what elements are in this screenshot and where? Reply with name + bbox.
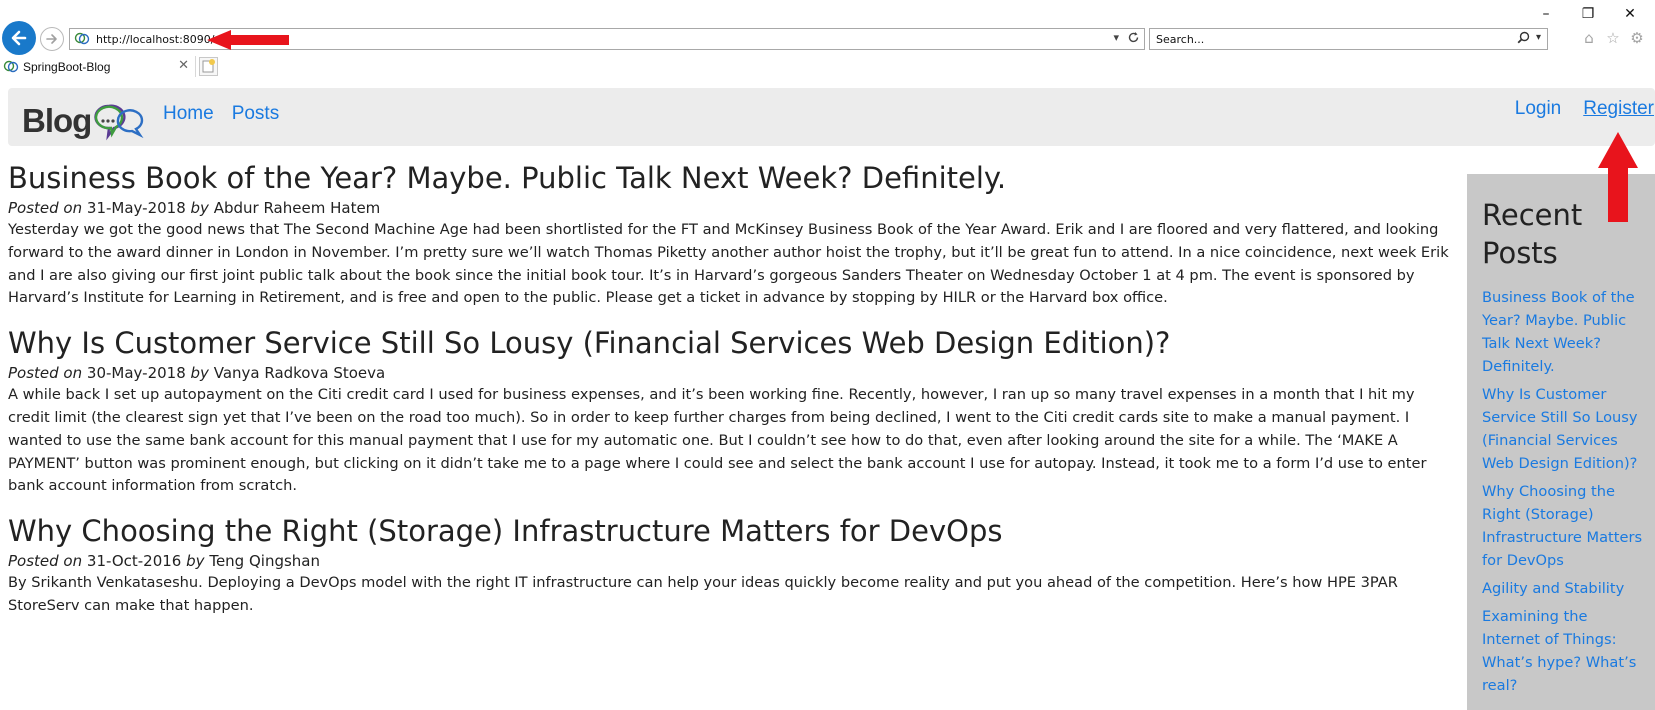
post-date: 31-May-2018 — [86, 199, 186, 217]
list-item: Examining the Internet of Things: What’s… — [1482, 605, 1643, 697]
post-body: By Srikanth Venkataseshu. Deploying a De… — [8, 574, 1398, 614]
post-date: 30-May-2018 — [86, 364, 186, 383]
list-item: Agility and Stability — [1482, 577, 1643, 600]
recent-posts-sidebar: Recent Posts Business Book of the Year? … — [1467, 174, 1655, 710]
window-close-button[interactable]: ✕ — [1612, 3, 1648, 25]
recent-posts-list: Business Book of the Year? Maybe. Public… — [1482, 286, 1643, 697]
star-icon[interactable]: ☆ — [1604, 29, 1622, 47]
site-favicon-icon — [3, 60, 19, 72]
nav-posts-link[interactable]: Posts — [232, 103, 280, 125]
post-meta: Posted on 31-May-2018 by Abdur Raheem Ha… — [8, 197, 1453, 219]
address-url[interactable]: http://localhost:8090/ — [96, 33, 214, 46]
post-item: Why Choosing the Right (Storage) Infrast… — [8, 512, 1453, 618]
recent-post-link[interactable]: Why Is Customer Service Still So Lousy (… — [1482, 386, 1638, 472]
post-body: Yesterday we got the good news that The … — [8, 221, 1449, 307]
chevron-down-icon[interactable]: ▾ — [1113, 31, 1119, 44]
nav-login-link[interactable]: Login — [1515, 98, 1562, 120]
close-icon[interactable]: ✕ — [178, 58, 189, 73]
search-bar[interactable]: ▾ — [1149, 28, 1548, 50]
search-icon[interactable] — [1517, 31, 1530, 44]
post-title[interactable]: Why Is Customer Service Still So Lousy (… — [8, 324, 1453, 362]
post-meta: Posted on 30-May-2018 by Vanya Radkova S… — [8, 362, 1453, 384]
nav-home-link[interactable]: Home — [163, 103, 214, 125]
by-label: by — [186, 552, 205, 571]
recent-post-link[interactable]: Business Book of the Year? Maybe. Public… — [1482, 289, 1635, 375]
chat-bubbles-icon — [94, 104, 144, 141]
annotation-arrow-up-icon — [1598, 132, 1638, 222]
browser-toolbar: – ❐ ✕ http://localhost:8090/ ▾ Search...… — [0, 0, 1655, 56]
page: Blog Home Posts Login Register Business … — [0, 77, 1655, 710]
forward-arrow-icon — [46, 34, 57, 44]
post-title[interactable]: Business Book of the Year? Maybe. Public… — [8, 159, 1453, 197]
list-item: Why Choosing the Right (Storage) Infrast… — [1482, 480, 1643, 572]
list-item: Why Is Customer Service Still So Lousy (… — [1482, 383, 1643, 475]
new-tab-icon — [202, 59, 215, 73]
annotation-arrow-left-icon — [207, 30, 289, 50]
brand-text: Blog — [22, 102, 92, 139]
back-button[interactable] — [2, 21, 36, 55]
by-label: by — [190, 199, 209, 217]
posted-on-label: Posted on — [8, 364, 83, 383]
posted-on-label: Posted on — [8, 552, 83, 571]
post-item: Why Is Customer Service Still So Lousy (… — [8, 324, 1453, 498]
post-body: A while back I set up autopayment on the… — [8, 386, 1427, 495]
navbar: Blog Home Posts Login Register — [8, 88, 1655, 146]
recent-post-link[interactable]: Agility and Stability — [1482, 580, 1624, 597]
address-bar-tools: ▾ — [1113, 31, 1140, 44]
refresh-icon[interactable] — [1127, 31, 1140, 44]
by-label: by — [190, 364, 209, 383]
window-minimize-button[interactable]: – — [1528, 3, 1564, 25]
post-author: Abdur Raheem Hatem — [213, 199, 381, 217]
brand-logo[interactable]: Blog — [22, 92, 150, 144]
site-favicon-icon — [74, 32, 90, 45]
post-meta: Posted on 31-Oct-2016 by Teng Qingshan — [8, 550, 1453, 572]
tab-strip: SpringBoot-Blog ✕ — [0, 56, 1655, 77]
new-tab-button[interactable] — [199, 57, 218, 76]
window-restore-button[interactable]: ❐ — [1570, 3, 1606, 25]
post-item: Business Book of the Year? Maybe. Public… — [8, 159, 1453, 310]
nav-right: Login Register — [1515, 98, 1654, 120]
post-author: Vanya Radkova Stoeva — [213, 364, 386, 383]
posted-on-label: Posted on — [8, 199, 83, 217]
tab-springboot-blog[interactable]: SpringBoot-Blog ✕ — [0, 56, 196, 77]
tab-title: SpringBoot-Blog — [23, 59, 111, 74]
search-tools: ▾ — [1517, 31, 1541, 44]
chevron-down-icon[interactable]: ▾ — [1536, 32, 1541, 43]
nav-register-link[interactable]: Register — [1583, 98, 1654, 120]
forward-button[interactable] — [40, 27, 64, 51]
recent-post-link[interactable]: Examining the Internet of Things: What’s… — [1482, 608, 1636, 694]
gear-icon[interactable]: ⚙ — [1628, 29, 1646, 47]
nav-left: Home Posts — [163, 103, 279, 125]
toolbar-icons: ⌂ ☆ ⚙ — [1580, 29, 1646, 47]
home-icon[interactable]: ⌂ — [1580, 29, 1598, 47]
post-date: 31-Oct-2016 — [86, 552, 182, 571]
post-list: Business Book of the Year? Maybe. Public… — [8, 159, 1453, 628]
list-item: Business Book of the Year? Maybe. Public… — [1482, 286, 1643, 378]
post-author: Teng Qingshan — [209, 552, 320, 571]
back-arrow-icon — [11, 30, 27, 46]
recent-post-link[interactable]: Why Choosing the Right (Storage) Infrast… — [1482, 483, 1642, 569]
search-input[interactable] — [1156, 32, 1486, 46]
post-title[interactable]: Why Choosing the Right (Storage) Infrast… — [8, 512, 1453, 550]
